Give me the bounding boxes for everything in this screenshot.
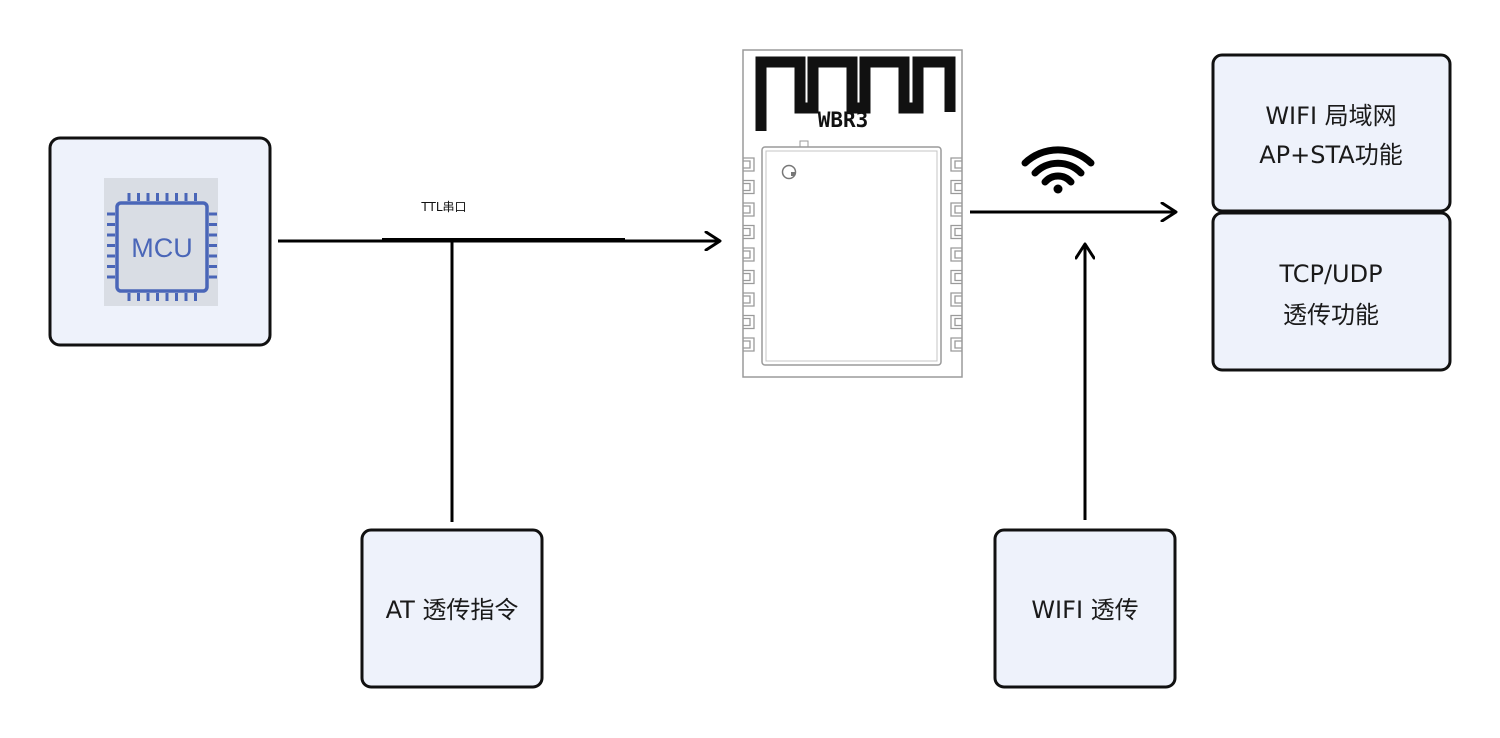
tcp-label-line2: 透传功能 (1283, 301, 1379, 329)
at-node: AT 透传指令 (360, 528, 544, 689)
wifi-node: WIFI 透传 (993, 528, 1177, 689)
at-label: AT 透传指令 (386, 596, 519, 624)
tcp-box (1211, 211, 1452, 372)
mcu-label: MCU (131, 233, 193, 263)
lan-label-line2: AP+STA功能 (1259, 141, 1402, 169)
serial-link: TTL串口 (278, 200, 720, 241)
shield-can (761, 146, 942, 366)
wifi-label: WIFI 透传 (1031, 596, 1138, 624)
microchip-icon: MCU (104, 178, 218, 306)
wbr3-module: WBR3 (742, 49, 963, 378)
wifi-signal-icon (1021, 146, 1095, 194)
mcu-node: MCU (48, 136, 272, 347)
system-diagram: MCU TTL串口 AT 透传指令 WBR3 WIFI 透传 WIFI 局域网 … (48, 49, 1452, 689)
lan-node: WIFI 局域网 AP+STA功能 (1211, 53, 1452, 213)
tcp-node: TCP/UDP 透传功能 (1211, 211, 1452, 372)
tcp-label-line1: TCP/UDP (1278, 260, 1382, 288)
lan-label-line1: WIFI 局域网 (1265, 102, 1396, 130)
module-name: WBR3 (818, 108, 869, 132)
lan-box (1211, 53, 1452, 213)
serial-label: TTL串口 (420, 200, 466, 214)
